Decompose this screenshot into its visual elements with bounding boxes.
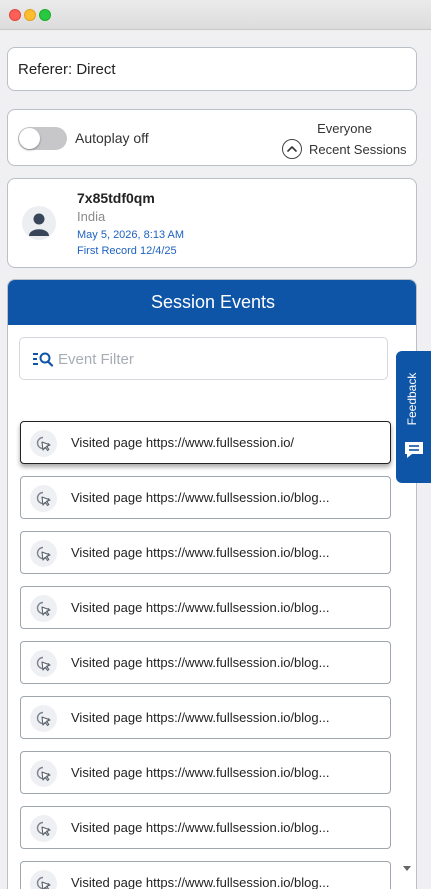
cursor-click-icon (30, 815, 57, 842)
minimize-window-button[interactable] (24, 9, 36, 21)
maximize-window-button[interactable] (39, 9, 51, 21)
event-label: Visited page https://www.fullsession.io/… (71, 710, 330, 725)
event-label: Visited page https://www.fullsession.io/… (71, 820, 330, 835)
window-titlebar (0, 0, 431, 30)
event-item[interactable]: Visited page https://www.fullsession.io/… (20, 531, 391, 574)
autoplay-card: Autoplay off Everyone Recent Sessions (7, 109, 417, 166)
referer-text: Referer: Direct (18, 61, 116, 78)
session-events-title: Session Events (150, 292, 276, 312)
referer-card: Referer: Direct (7, 47, 417, 91)
autoplay-toggle[interactable] (18, 127, 67, 150)
event-filter[interactable] (19, 337, 388, 380)
cursor-click-icon (30, 540, 57, 567)
event-label: Visited page https://www.fullsession.io/… (71, 875, 330, 889)
audience-label[interactable]: Everyone (317, 121, 372, 136)
message-icon (404, 440, 424, 465)
event-item[interactable]: Visited page https://www.fullsession.io/ (20, 421, 391, 464)
feedback-label: Feedback (405, 372, 419, 426)
user-card: 7x85tdf0qm India May 5, 2026, 8:13 AM Fi… (7, 178, 417, 268)
event-label: Visited page https://www.fullsession.io/… (71, 545, 330, 560)
cursor-click-icon (30, 595, 57, 622)
session-date: May 5, 2026, 8:13 AM (77, 229, 185, 241)
session-events-panel: Session Events Visited page https://www.… (7, 279, 417, 889)
main-content: Referer: Direct Autoplay off Everyone Re… (0, 30, 431, 889)
toggle-knob (19, 128, 40, 149)
session-events-header: Session Events (8, 280, 416, 325)
user-icon (22, 206, 56, 240)
cursor-click-icon (30, 485, 57, 512)
chevron-up-circle-icon[interactable] (282, 139, 302, 159)
event-label: Visited page https://www.fullsession.io/… (71, 600, 330, 615)
user-id: 7x85tdf0qm (77, 190, 155, 206)
event-item[interactable]: Visited page https://www.fullsession.io/… (20, 641, 391, 684)
feedback-tab[interactable]: Feedback (396, 351, 431, 483)
cursor-click-icon (30, 650, 57, 677)
event-label: Visited page https://www.fullsession.io/… (71, 765, 330, 780)
close-window-button[interactable] (9, 9, 21, 21)
user-country: India (77, 209, 106, 224)
recent-sessions-button[interactable]: Recent Sessions (309, 142, 407, 157)
event-item[interactable]: Visited page https://www.fullsession.io/… (20, 806, 391, 849)
event-label: Visited page https://www.fullsession.io/… (71, 490, 330, 505)
event-item[interactable]: Visited page https://www.fullsession.io/… (20, 861, 391, 889)
scroll-down-arrow[interactable] (403, 866, 411, 871)
event-label: Visited page https://www.fullsession.io/ (71, 435, 295, 450)
event-filter-input[interactable] (58, 347, 358, 371)
first-record: First Record 12/4/25 (77, 245, 177, 257)
event-label: Visited page https://www.fullsession.io/… (71, 655, 330, 670)
autoplay-label: Autoplay off (75, 130, 149, 146)
search-filter-icon (32, 351, 54, 372)
cursor-click-icon (30, 705, 57, 732)
cursor-click-icon (30, 870, 57, 889)
event-item[interactable]: Visited page https://www.fullsession.io/… (20, 476, 391, 519)
cursor-click-icon (30, 430, 57, 457)
cursor-click-icon (30, 760, 57, 787)
event-item[interactable]: Visited page https://www.fullsession.io/… (20, 586, 391, 629)
event-item[interactable]: Visited page https://www.fullsession.io/… (20, 751, 391, 794)
event-item[interactable]: Visited page https://www.fullsession.io/… (20, 696, 391, 739)
